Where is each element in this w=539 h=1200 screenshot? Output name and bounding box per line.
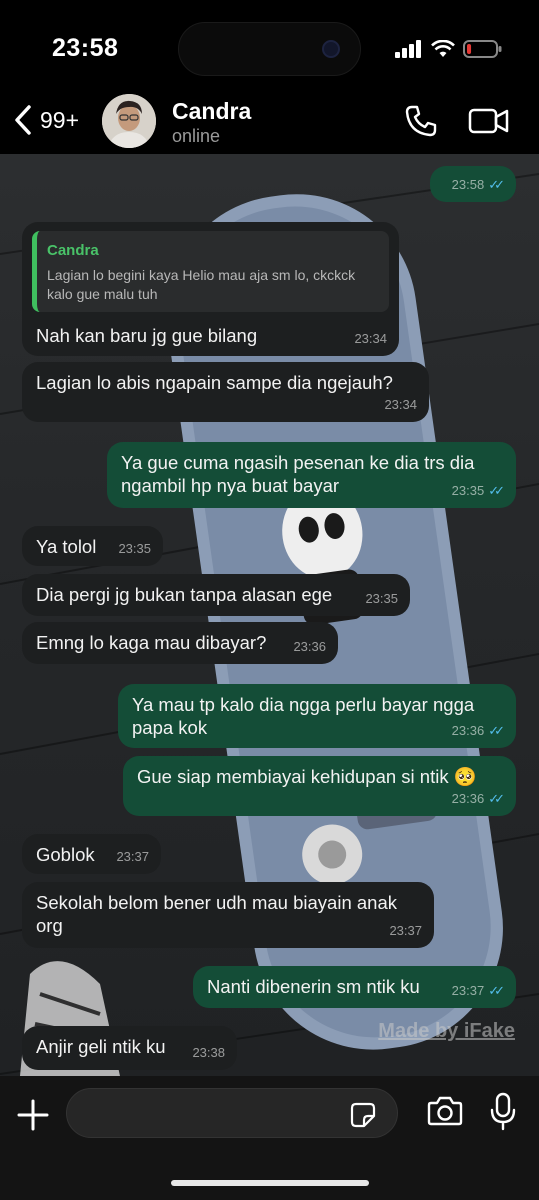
message-bubble-incoming[interactable]: Dia pergi jg bukan tanpa alasan ege 23:3… [22, 574, 410, 616]
message-input[interactable] [66, 1088, 398, 1138]
message-meta: 23:36 [293, 635, 326, 658]
message-bubble-incoming[interactable]: Candra Lagian lo begini kaya Helio mau a… [22, 222, 399, 356]
microphone-button[interactable] [490, 1092, 516, 1137]
message-bubble-outgoing[interactable]: Nanti dibenerin sm ntik ku 23:37 ✓✓ [193, 966, 516, 1008]
quoted-sender: Candra [47, 242, 99, 259]
sticker-icon [350, 1102, 376, 1128]
message-time: 23:37 [451, 983, 485, 998]
message-time: 23:36 [451, 723, 485, 738]
message-meta: 23:37 [389, 919, 422, 942]
message-bubble-incoming[interactable]: Lagian lo abis ngapain sampe dia ngejauh… [22, 362, 429, 422]
message-text: Dia pergi jg bukan tanpa alasan ege [36, 584, 333, 605]
message-bubble-outgoing[interactable]: 23:58 ✓✓ [430, 166, 516, 202]
message-time: 23:36 [451, 791, 485, 806]
message-bubble-incoming[interactable]: Goblok 23:37 [22, 834, 161, 874]
front-camera-icon [322, 40, 340, 58]
contact-avatar[interactable] [102, 94, 156, 148]
plus-icon [17, 1099, 49, 1131]
message-meta: 23:35 [365, 587, 398, 610]
message-meta: 23:38 [192, 1041, 225, 1064]
chat-area[interactable]: 23:58 ✓✓ Candra Lagian lo begini kaya Hel… [0, 154, 539, 1076]
message-bubble-outgoing[interactable]: Ya mau tp kalo dia ngga perlu bayar ngga… [118, 684, 516, 748]
message-meta: 23:35 [118, 537, 151, 560]
status-bar: 23:58 [0, 0, 539, 90]
camera-button[interactable] [427, 1095, 463, 1132]
message-time: 23:37 [389, 923, 422, 938]
read-receipt-icon: ✓✓ [488, 983, 505, 998]
sticker-button[interactable] [350, 1102, 376, 1133]
back-button[interactable]: 99+ [12, 104, 79, 136]
quoted-text: Lagian lo begini kaya Helio mau aja sm l… [47, 267, 356, 302]
phone-icon [405, 105, 437, 137]
message-text: Nah kan baru jg gue bilang [36, 325, 258, 346]
video-call-button[interactable] [468, 106, 510, 141]
message-meta: 23:36 ✓✓ [451, 719, 505, 742]
avatar-image [102, 94, 156, 148]
message-meta: 23:34 [384, 393, 417, 416]
read-receipt-icon: ✓✓ [488, 177, 505, 192]
message-time: 23:34 [384, 397, 417, 412]
message-time: 23:38 [192, 1045, 225, 1060]
status-icons [395, 38, 503, 60]
message-bubble-incoming[interactable]: Sekolah belom bener udh mau biayain anak… [22, 882, 434, 948]
microphone-icon [490, 1092, 516, 1131]
chat-header: 99+ Candra online [0, 90, 539, 154]
status-time: 23:58 [52, 34, 119, 62]
camera-icon [427, 1096, 463, 1126]
voice-call-button[interactable] [404, 104, 438, 143]
message-time: 23:35 [118, 541, 151, 556]
message-text: Lagian lo abis ngapain sampe dia ngejauh… [36, 372, 393, 393]
message-time: 23:37 [116, 849, 149, 864]
message-time: 23:35 [365, 591, 398, 606]
home-indicator[interactable] [171, 1180, 369, 1186]
message-text: Ya gue cuma ngasih pesenan ke dia trs di… [121, 452, 480, 496]
message-bubble-incoming[interactable]: Anjir geli ntik ku 23:38 [22, 1026, 237, 1070]
wifi-icon [431, 40, 455, 57]
chevron-left-icon [15, 105, 31, 135]
message-meta: 23:58 ✓✓ [451, 173, 505, 196]
message-meta: 23:37 ✓✓ [451, 979, 505, 1002]
message-text: Ya mau tp kalo dia ngga perlu bayar ngga… [132, 694, 480, 738]
watermark: Made by iFake [378, 1020, 515, 1042]
message-meta: 23:35 ✓✓ [451, 479, 505, 502]
attach-button[interactable] [16, 1098, 50, 1137]
read-receipt-icon: ✓✓ [488, 483, 505, 498]
dynamic-island [178, 22, 361, 76]
message-bubble-outgoing[interactable]: Gue siap membiayai kehidupan si ntik 🥺 2… [123, 756, 516, 816]
message-bubble-incoming[interactable]: Ya tolol 23:35 [22, 526, 163, 566]
read-receipt-icon: ✓✓ [488, 791, 505, 806]
message-bubble-outgoing[interactable]: Ya gue cuma ngasih pesenan ke dia trs di… [107, 442, 516, 508]
signal-icon [395, 40, 421, 58]
message-time: 23:34 [354, 331, 387, 346]
read-receipt-icon: ✓✓ [488, 723, 505, 738]
message-text: Emng lo kaga mau dibayar? [36, 632, 267, 653]
message-time: 23:35 [451, 483, 485, 498]
unread-count: 99+ [40, 106, 80, 133]
video-camera-icon [468, 108, 509, 134]
message-meta: 23:36 ✓✓ [451, 787, 505, 810]
message-text: Sekolah belom bener udh mau biayain anak… [36, 892, 403, 936]
message-meta: 23:37 [116, 845, 149, 868]
contact-name[interactable]: Candra [172, 98, 251, 125]
message-time: 23:58 [451, 177, 485, 192]
message-time: 23:36 [293, 639, 326, 654]
message-text: Gue siap membiayai kehidupan si ntik 🥺 [137, 766, 477, 787]
contact-status: online [172, 126, 221, 146]
quoted-message[interactable]: Candra Lagian lo begini kaya Helio mau a… [32, 231, 389, 312]
message-meta: 23:34 [354, 327, 387, 350]
message-bubble-incoming[interactable]: Emng lo kaga mau dibayar? 23:36 [22, 622, 338, 664]
battery-icon [463, 40, 502, 58]
